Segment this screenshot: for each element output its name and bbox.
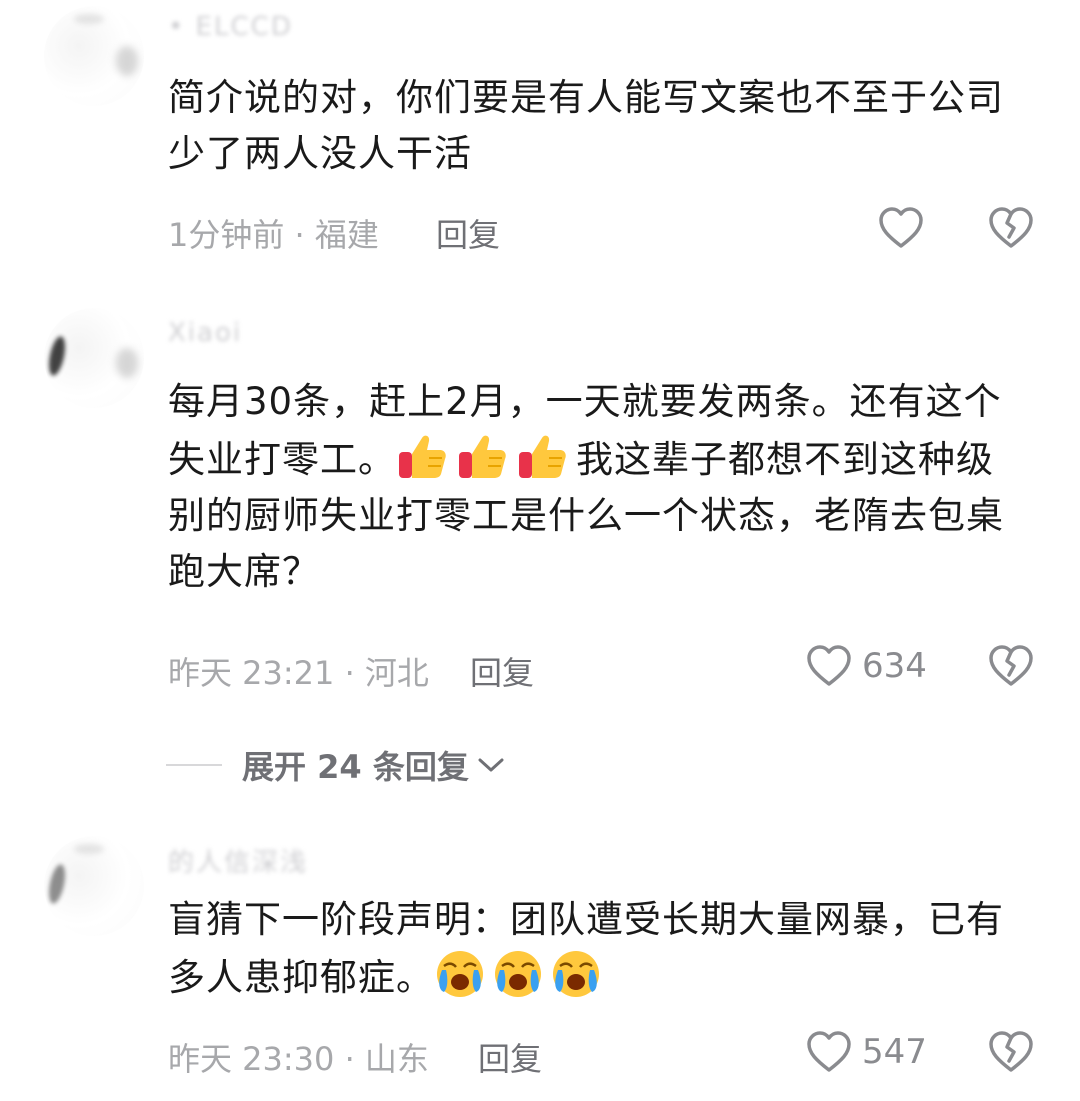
thumbs-up-emoji-icon: [456, 430, 508, 482]
crying-face-emoji-icon: [492, 948, 544, 1000]
comment-username[interactable]: Xiaoi: [168, 318, 242, 348]
like-button[interactable]: [878, 206, 924, 250]
comment-text: 简介说的对，你们要是有人能写文案也不至于公司少了两人没人干活: [168, 76, 1004, 175]
avatar[interactable]: [44, 6, 144, 106]
comment-username[interactable]: 的人信深浅: [168, 842, 308, 879]
comment-text: 每月30条，赶上2月，一天就要发两条。还有这个失业打零工。 我这辈子都想不到这种级…: [168, 374, 1028, 600]
heart-icon: [807, 1031, 851, 1072]
like-count: 634: [862, 646, 927, 686]
dislike-button[interactable]: [988, 644, 1034, 692]
comment-meta: 昨天 23:21 · 河北: [168, 654, 429, 692]
broken-heart-icon: [989, 207, 1033, 248]
heart-icon: [807, 645, 851, 686]
reply-button[interactable]: 回复: [470, 648, 534, 694]
heart-icon: [879, 207, 923, 248]
avatar[interactable]: [44, 836, 144, 936]
expand-replies-button[interactable]: 展开 24 条回复: [166, 742, 505, 788]
reply-button[interactable]: 回复: [478, 1034, 542, 1080]
divider-line: [166, 764, 222, 766]
broken-heart-icon: [989, 645, 1033, 686]
avatar[interactable]: [44, 308, 144, 408]
chevron-down-icon: [478, 758, 504, 772]
thumbs-up-emoji-icon: [516, 430, 568, 482]
broken-heart-icon: [989, 1031, 1033, 1072]
comment-meta: 1分钟前 · 福建: [168, 216, 379, 254]
comment-username[interactable]: • ELCCD: [168, 12, 293, 42]
reply-button[interactable]: 回复: [436, 210, 500, 256]
expand-replies-label: 展开 24 条回复: [242, 748, 469, 786]
dislike-button[interactable]: [988, 206, 1034, 254]
comment-meta: 昨天 23:30 · 山东: [168, 1040, 429, 1078]
like-button[interactable]: 634: [806, 644, 927, 688]
thumbs-up-emoji-icon: [396, 430, 448, 482]
like-button[interactable]: 547: [806, 1030, 927, 1074]
dislike-button[interactable]: [988, 1030, 1034, 1078]
crying-face-emoji-icon: [550, 948, 602, 1000]
like-count: 547: [862, 1032, 927, 1072]
crying-face-emoji-icon: [434, 948, 486, 1000]
comment-text: 盲猜下一阶段声明：团队遭受长期大量网暴，已有多人患抑郁症。: [168, 892, 1028, 1006]
